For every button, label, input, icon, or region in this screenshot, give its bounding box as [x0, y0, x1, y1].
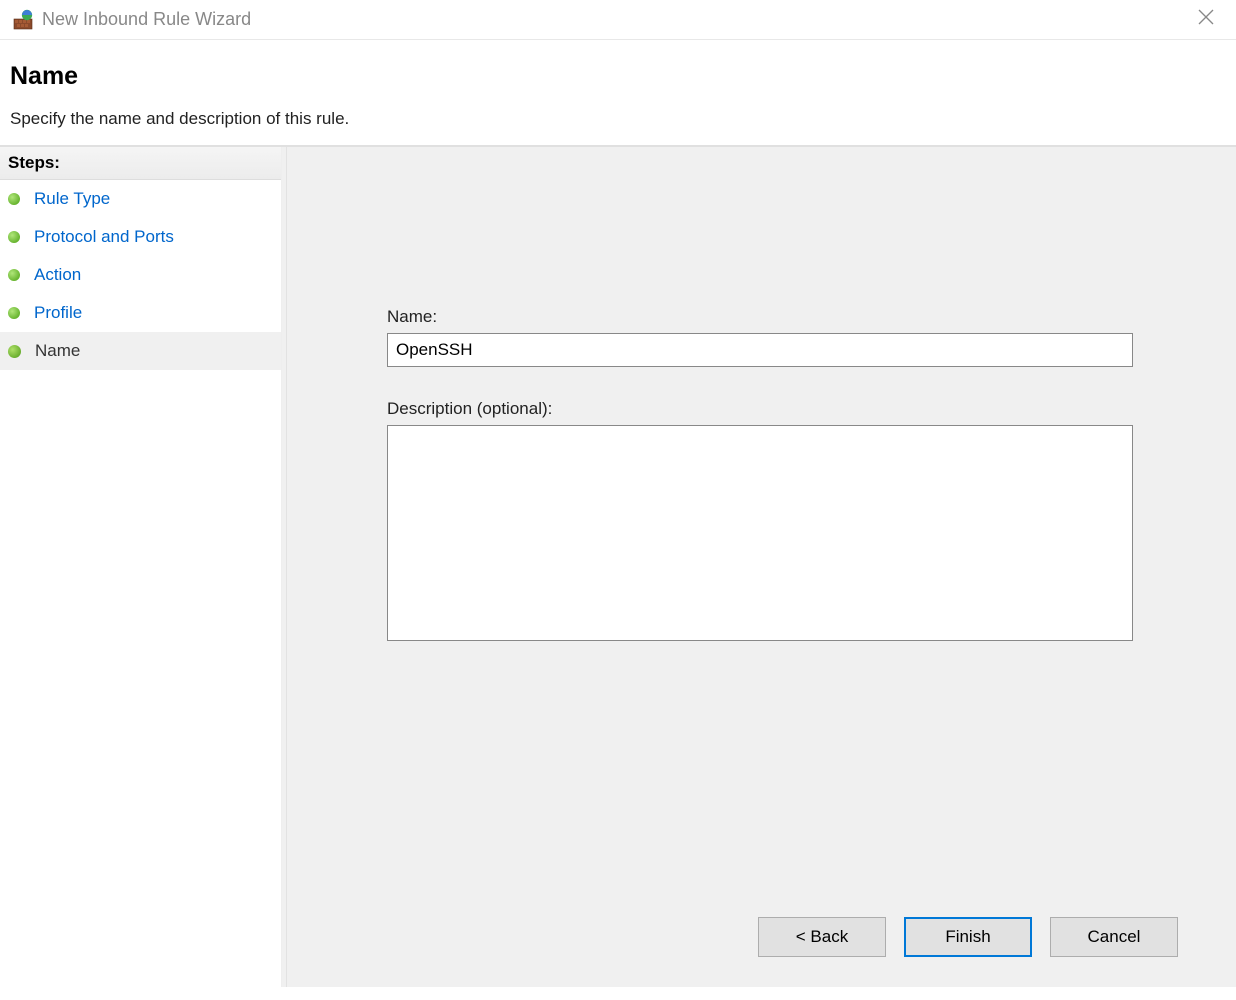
steps-heading: Steps: [0, 147, 281, 180]
step-rule-type[interactable]: Rule Type [0, 180, 281, 218]
step-profile[interactable]: Profile [0, 294, 281, 332]
close-icon [1198, 9, 1214, 25]
description-textarea[interactable] [387, 425, 1133, 641]
title-bar: New Inbound Rule Wizard [0, 0, 1236, 40]
step-label: Rule Type [34, 189, 110, 209]
form-area: Name: Description (optional): [287, 147, 1236, 646]
finish-button[interactable]: Finish [904, 917, 1032, 957]
cancel-button[interactable]: Cancel [1050, 917, 1178, 957]
description-label: Description (optional): [387, 399, 1136, 419]
step-bullet-icon [8, 307, 20, 319]
name-input[interactable] [387, 333, 1133, 367]
step-name[interactable]: Name [0, 332, 281, 370]
step-bullet-icon [8, 269, 20, 281]
step-label: Name [35, 341, 80, 361]
step-protocol-ports[interactable]: Protocol and Ports [0, 218, 281, 256]
page-subtitle: Specify the name and description of this… [10, 109, 1226, 129]
wizard-buttons: < Back Finish Cancel [758, 917, 1178, 957]
app-icon [12, 9, 34, 31]
step-label: Action [34, 265, 81, 285]
back-button[interactable]: < Back [758, 917, 886, 957]
main-panel: Name: Description (optional): < Back Fin… [282, 147, 1236, 987]
step-label: Protocol and Ports [34, 227, 174, 247]
name-label: Name: [387, 307, 1136, 327]
page-title: Name [10, 62, 1226, 91]
close-button[interactable] [1188, 4, 1224, 35]
steps-sidebar: Steps: Rule Type Protocol and Ports Acti… [0, 147, 282, 987]
wizard-header: Name Specify the name and description of… [0, 40, 1236, 147]
step-bullet-icon [8, 231, 20, 243]
step-action[interactable]: Action [0, 256, 281, 294]
step-label: Profile [34, 303, 82, 323]
step-bullet-icon [8, 345, 21, 358]
window-title: New Inbound Rule Wizard [42, 9, 1188, 30]
step-bullet-icon [8, 193, 20, 205]
